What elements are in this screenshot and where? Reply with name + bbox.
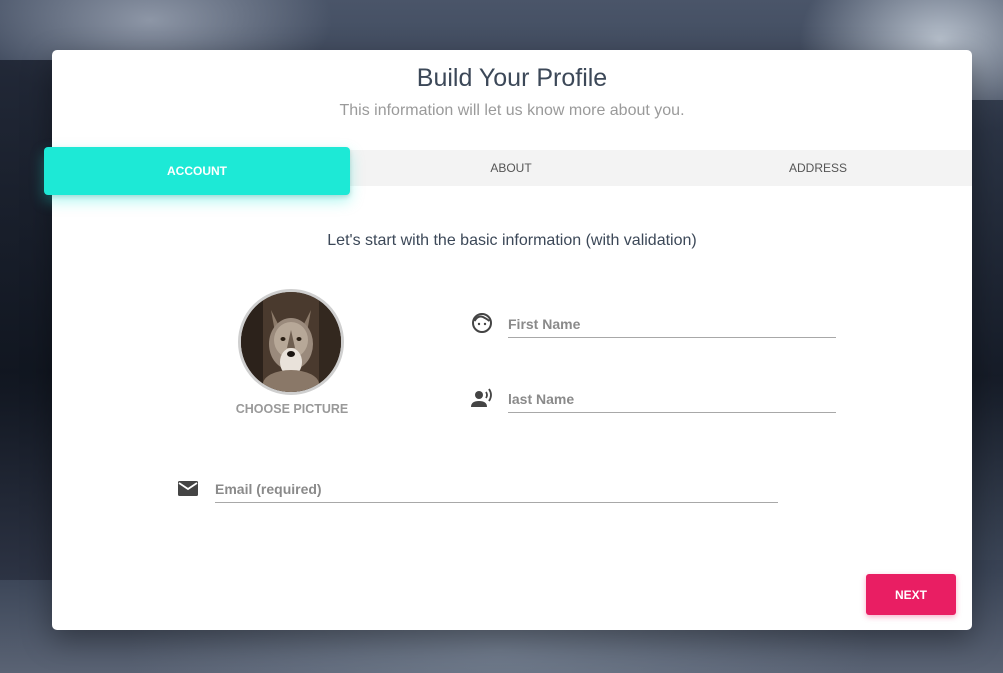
wizard-subtitle: This information will let us know more a… bbox=[339, 102, 685, 119]
avatar-picture[interactable] bbox=[238, 289, 344, 395]
tab-address[interactable]: ADDRESS bbox=[664, 150, 972, 186]
email-input[interactable] bbox=[215, 476, 778, 503]
next-button[interactable]: NEXT bbox=[866, 574, 956, 615]
choose-picture-button[interactable]: CHOOSE PICTURE bbox=[202, 402, 382, 416]
background-trees-left bbox=[0, 60, 60, 580]
step-intro-text: Let's start with the basic information (… bbox=[327, 232, 697, 249]
email-icon bbox=[178, 481, 198, 496]
wizard-title: Build Your Profile bbox=[416, 64, 608, 92]
tab-about[interactable]: ABOUT bbox=[358, 150, 664, 186]
last-name-input[interactable] bbox=[508, 386, 836, 413]
tab-account[interactable]: ACCOUNT bbox=[44, 147, 350, 195]
wolf-photo-icon bbox=[241, 292, 341, 392]
wizard-card: Build Your Profile This information will… bbox=[44, 50, 972, 630]
record-voice-icon bbox=[471, 388, 492, 407]
first-name-input[interactable] bbox=[508, 311, 836, 338]
face-icon bbox=[472, 313, 492, 333]
